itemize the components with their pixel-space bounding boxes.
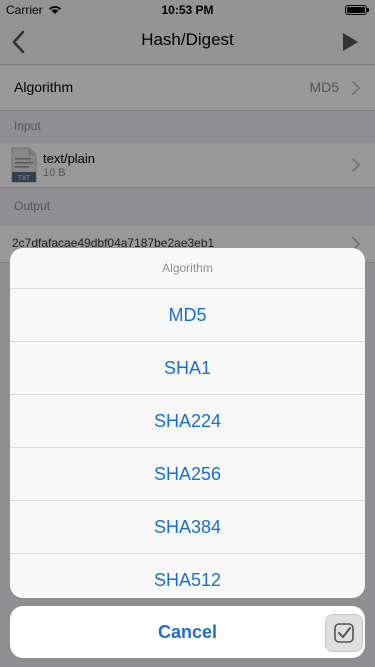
cancel-button[interactable]: Cancel xyxy=(10,606,365,658)
checkmark-icon xyxy=(334,623,354,643)
app-badge-icon[interactable] xyxy=(325,614,363,652)
action-sheet-title: Algorithm xyxy=(10,248,365,289)
algorithm-action-sheet: Algorithm MD5 SHA1 SHA224 SHA256 SHA384 … xyxy=(10,248,365,598)
option-sha384[interactable]: SHA384 xyxy=(10,501,365,554)
option-md5[interactable]: MD5 xyxy=(10,289,365,342)
option-sha1[interactable]: SHA1 xyxy=(10,342,365,395)
option-sha512[interactable]: SHA512 xyxy=(10,554,365,598)
option-sha256[interactable]: SHA256 xyxy=(10,448,365,501)
option-sha224[interactable]: SHA224 xyxy=(10,395,365,448)
